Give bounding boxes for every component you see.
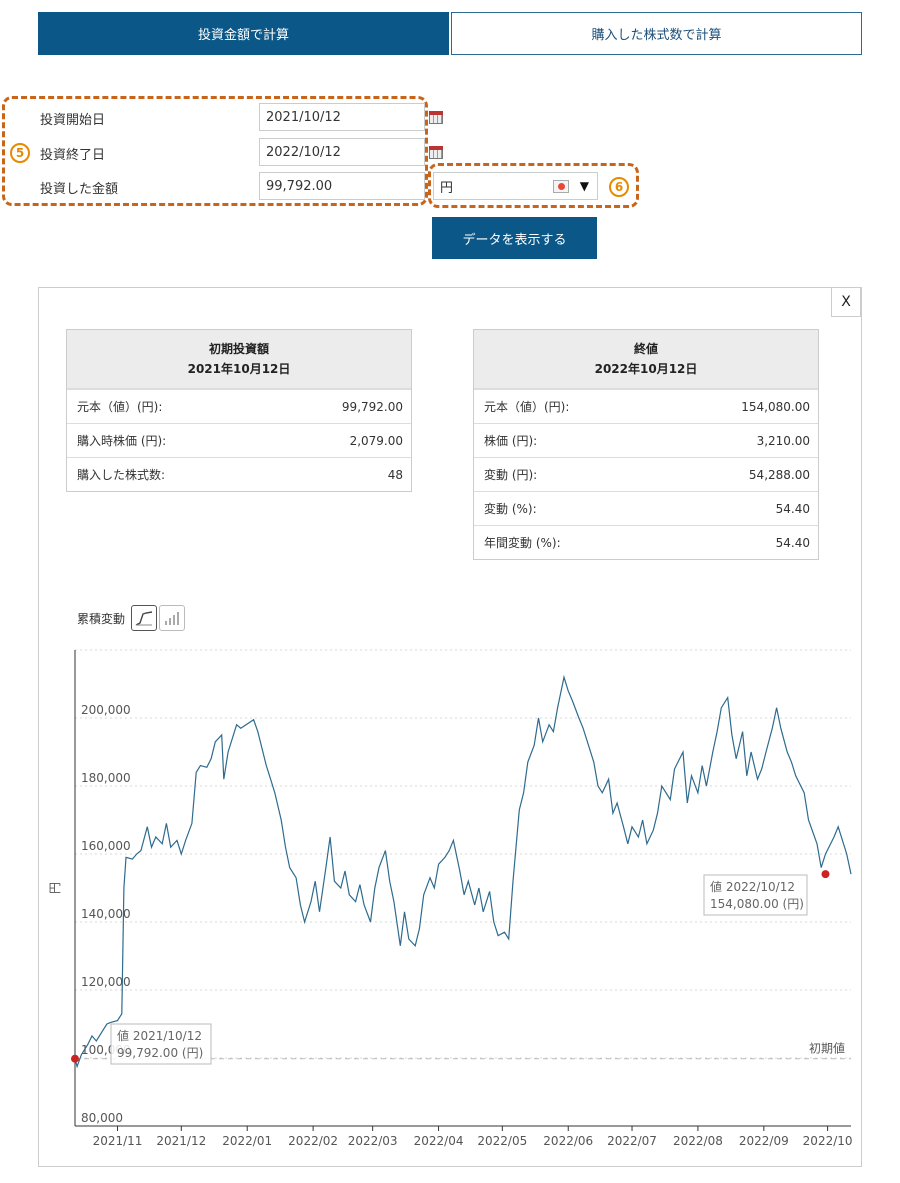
y-tick-label: 120,000 — [81, 975, 131, 989]
start-tooltip-line1: 値 2021/10/12 — [117, 1028, 202, 1043]
marker-5: 5 — [10, 143, 30, 163]
end-marker — [821, 870, 830, 879]
y-tick-label: 80,000 — [81, 1111, 123, 1125]
x-tick-label: 2022/08 — [673, 1134, 723, 1148]
x-tick-label: 2022/09 — [739, 1134, 789, 1148]
calc-mode-tabs: 投資金額で計算 購入した株式数で計算 — [38, 12, 862, 55]
x-tick-label: 2022/04 — [414, 1134, 464, 1148]
end-tooltip-line1: 値 2022/10/12 — [710, 879, 795, 894]
caret-down-icon: ▼ — [579, 179, 589, 193]
end-tooltip-line2: 154,080.00 (円) — [710, 897, 804, 911]
end-date-row: 投資終了日 — [40, 138, 560, 166]
x-tick-label: 2022/02 — [288, 1134, 338, 1148]
series-line — [74, 674, 852, 1069]
amount-label: 投資した金額 — [40, 182, 119, 197]
x-tick-label: 2021/12 — [156, 1134, 206, 1148]
x-tick-label: 2022/10 — [803, 1134, 853, 1148]
x-tick-label: 2022/06 — [543, 1134, 593, 1148]
stock-value-chart: 80,000100,000120,000140,000160,000180,00… — [48, 649, 853, 1148]
x-tick-label: 2022/03 — [348, 1134, 398, 1148]
tab-by-shares[interactable]: 購入した株式数で計算 — [451, 12, 862, 55]
calendar-icon[interactable] — [429, 111, 443, 124]
show-data-button[interactable]: データを表示する — [432, 217, 597, 259]
start-date-row: 投資開始日 — [40, 103, 560, 131]
x-tick-label: 2022/01 — [222, 1134, 272, 1148]
currency-select[interactable]: 円 ▼ — [433, 172, 598, 200]
tab-by-amount[interactable]: 投資金額で計算 — [38, 12, 449, 55]
x-tick-label: 2021/11 — [93, 1134, 143, 1148]
y-tick-label: 200,000 — [81, 703, 131, 717]
y-tick-label: 160,000 — [81, 839, 131, 853]
y-axis-label: 円 — [48, 882, 62, 894]
start-date-input[interactable] — [259, 103, 425, 131]
x-tick-label: 2022/05 — [477, 1134, 527, 1148]
currency-value: 円 — [440, 180, 454, 196]
x-tick-label: 2022/07 — [607, 1134, 657, 1148]
calendar-icon[interactable] — [429, 146, 443, 159]
start-date-label: 投資開始日 — [40, 113, 106, 128]
result-panel: X 初期投資額 2021年10月12日 元本（値）(円): 99,792.00 … — [38, 287, 862, 1167]
initial-value-label: 初期値 — [809, 1041, 845, 1056]
start-marker — [71, 1054, 79, 1063]
end-date-input[interactable] — [259, 138, 425, 166]
end-date-label: 投資終了日 — [40, 148, 106, 163]
y-tick-label: 180,000 — [81, 771, 131, 785]
japan-flag-icon — [553, 180, 569, 193]
start-tooltip-line2: 99,792.00 (円) — [117, 1046, 203, 1060]
amount-input[interactable] — [259, 172, 425, 200]
marker-6: 6 — [609, 177, 629, 197]
